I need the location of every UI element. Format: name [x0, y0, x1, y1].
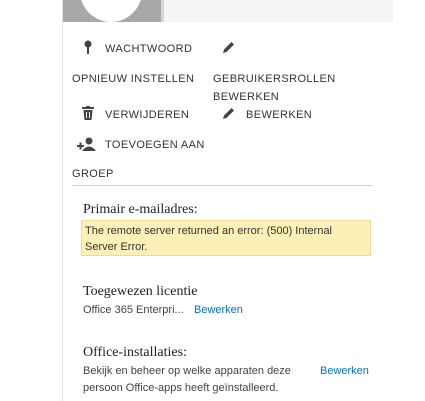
edit-roles-label-2[interactable]: BEWERKEN: [213, 90, 279, 104]
add-to-group-label-1[interactable]: TOEVOEGEN AAN: [105, 138, 205, 152]
license-heading: Toegewezen licentie: [83, 284, 198, 299]
delete-user-label[interactable]: VERWIJDEREN: [105, 108, 189, 122]
error-message-box: The remote server returned an error: (50…: [81, 220, 371, 256]
edit-roles-label-1[interactable]: GEBRUIKERSROLLEN: [213, 72, 336, 86]
office-installs-text-1: Bekijk en beheer op welke apparaten deze: [83, 365, 291, 377]
add-to-group-label-2[interactable]: GROEP: [72, 168, 114, 180]
office-installs-text-2: persoon Office-apps heeft geïnstalleerd.: [83, 382, 279, 394]
office-installs-edit-link[interactable]: Bewerken: [320, 365, 369, 377]
header-right-panel: [164, 0, 393, 22]
reset-password-label-1[interactable]: WACHTWOORD: [105, 42, 192, 56]
edit-user-label[interactable]: BEWERKEN: [246, 108, 312, 122]
primary-email-heading: Primair e-mailadres:: [83, 202, 198, 217]
error-message-line-2: Server Error.: [85, 241, 148, 253]
divider: [72, 185, 372, 186]
left-border: [62, 0, 63, 401]
license-edit-link[interactable]: Bewerken: [194, 304, 243, 316]
pencil-icon[interactable]: [221, 40, 236, 60]
office-installs-heading: Office-installaties:: [83, 345, 187, 360]
license-value: Office 365 Enterpri...: [83, 304, 184, 316]
add-user-icon[interactable]: [77, 136, 97, 157]
reset-password-label-2[interactable]: OPNIEUW INSTELLEN: [72, 72, 194, 86]
pencil-icon[interactable]: [221, 106, 236, 126]
trash-icon[interactable]: [82, 106, 94, 125]
error-message-line-1: The remote server returned an error: (50…: [85, 225, 333, 237]
key-icon[interactable]: [83, 40, 93, 60]
